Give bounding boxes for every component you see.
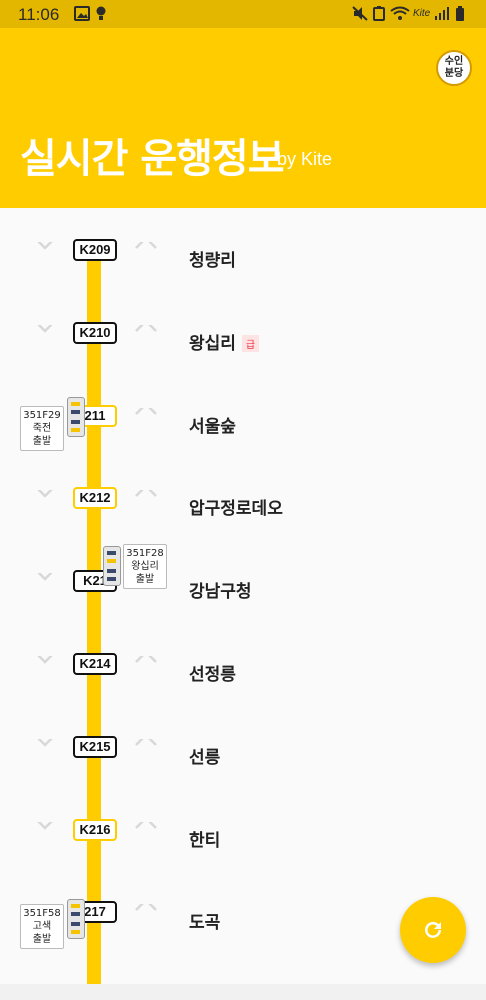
chevron-down-icon[interactable] (30, 738, 60, 759)
station-name-text: 압구정로데오 (189, 499, 283, 520)
station-name-text: 서울숲 (189, 416, 236, 437)
train-status: 출발 (32, 436, 52, 447)
station-row[interactable]: K214 선정릉 (0, 653, 486, 745)
line-badge-bottom: 분당 (444, 68, 464, 79)
train-label: 351F28 왕십리 출발 (123, 544, 167, 589)
chevron-down-icon[interactable] (30, 821, 60, 842)
station-code: K216 (73, 818, 117, 841)
refresh-button[interactable] (400, 897, 466, 963)
station-name-text: 선릉 (189, 747, 221, 768)
train-status: 출발 (135, 574, 155, 585)
station-name-text: 강남구청 (189, 582, 252, 603)
station-code: K212 (73, 487, 117, 510)
station-name: 한티 (189, 826, 220, 851)
chevron-up-icon[interactable] (131, 324, 161, 345)
chevron-down-icon[interactable] (30, 490, 60, 510)
train-id: 351F28 (126, 548, 164, 559)
train-marker[interactable] (67, 397, 85, 437)
station-code: K215 (73, 735, 117, 758)
train-from: 죽전 (32, 423, 52, 434)
line-badge-top: 수인 (444, 56, 464, 67)
page-title: 실시간 운행정보 (20, 136, 285, 182)
chevron-up-icon[interactable] (131, 490, 161, 510)
refresh-icon (425, 921, 441, 938)
station-name: 도곡 (189, 908, 220, 933)
station-name: 선정릉 (189, 660, 236, 685)
express-tag: 급 (241, 335, 260, 353)
chevron-up-icon[interactable] (131, 656, 161, 676)
station-name-text: 도곡 (189, 913, 221, 934)
battery-saver-icon (373, 6, 385, 21)
wifi-icon (390, 6, 410, 20)
train-from: 왕십리 (131, 561, 159, 572)
station-name: 선릉 (189, 743, 220, 768)
station-row[interactable]: K215 선릉 (0, 735, 486, 828)
station-name: 청량리 (189, 246, 236, 271)
station-code: K209 (73, 239, 117, 261)
train-marker[interactable] (67, 899, 85, 939)
station-name: 압구정로데오 (189, 494, 283, 519)
signal-icon (435, 7, 449, 20)
chevron-up-icon[interactable] (131, 821, 161, 842)
chevron-up-icon[interactable] (131, 904, 161, 924)
bulb-icon (96, 6, 106, 20)
station-row[interactable]: K209 청량리 (0, 239, 486, 331)
station-code: K210 (73, 321, 117, 344)
station-name-text: 왕십리 (189, 333, 236, 354)
station-row[interactable]: K212 압구정로데오 (0, 487, 486, 579)
train-label: 351F58 고색 출발 (20, 904, 64, 949)
mute-icon (352, 6, 368, 21)
station-name: 서울숲 (189, 412, 236, 437)
status-time: 11:06 (18, 5, 60, 24)
station-row[interactable]: K21 강남구청 (0, 570, 486, 662)
train-marker[interactable] (103, 546, 121, 586)
station-name: 강남구청 (189, 577, 252, 602)
chevron-down-icon[interactable] (30, 656, 60, 676)
station-name: 왕십리 급 (189, 329, 260, 354)
train-id: 351F29 (23, 410, 61, 421)
line-badge[interactable]: 수인 분당 (436, 50, 472, 86)
train-from: 고색 (32, 921, 52, 932)
gallery-icon (74, 6, 90, 21)
page-byline: by Kite (277, 149, 333, 169)
status-bar: 11:06 Kite (0, 0, 486, 28)
train-label: 351F29 죽전 출발 (20, 406, 64, 451)
train-status: 출발 (32, 934, 52, 945)
carrier-label: Kite (413, 8, 431, 19)
station-name-text: 선정릉 (189, 665, 236, 685)
chevron-up-icon[interactable] (131, 738, 161, 759)
system-nav-bar (0, 984, 486, 1000)
station-name-text: 청량리 (189, 251, 236, 271)
chevron-down-icon[interactable] (30, 573, 60, 593)
station-name-text: 한티 (189, 830, 221, 851)
app-header: 수인 분당 실시간 운행정보 by Kite (0, 28, 486, 208)
train-id: 351F58 (23, 908, 61, 919)
chevron-up-icon[interactable] (131, 242, 161, 262)
battery-icon (456, 6, 464, 21)
station-code: K214 (73, 653, 117, 675)
chevron-down-icon[interactable] (30, 324, 60, 345)
chevron-down-icon[interactable] (30, 242, 60, 262)
chevron-up-icon[interactable] (131, 407, 161, 428)
